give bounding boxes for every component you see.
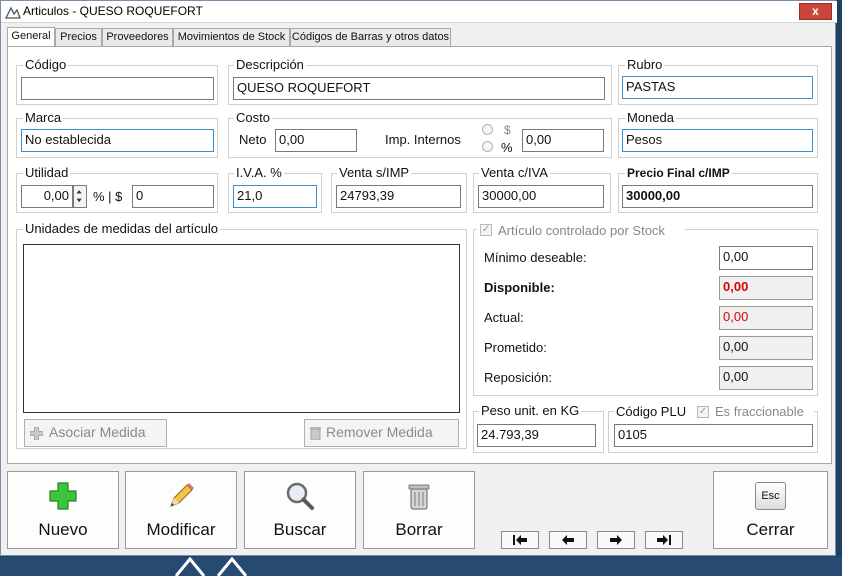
plu-input[interactable]: 0105 xyxy=(614,424,813,447)
modificar-button[interactable]: Modificar xyxy=(125,471,237,549)
reposicion-value: 0,00 xyxy=(719,366,813,390)
marca-input[interactable]: No establecida xyxy=(21,129,214,152)
fraccionable-label: Es fraccionable xyxy=(715,404,804,419)
tab-proveedores[interactable]: Proveedores xyxy=(102,28,173,46)
precio-final-input[interactable]: 30000,00 xyxy=(622,185,813,208)
borrar-button[interactable]: Borrar xyxy=(363,471,475,549)
venta-civa-input[interactable]: 30000,00 xyxy=(478,185,604,208)
modificar-label: Modificar xyxy=(146,520,216,539)
plus-icon xyxy=(30,427,43,440)
rubro-label: Rubro xyxy=(625,57,665,72)
desktop-background xyxy=(0,557,842,576)
plu-header: Código PLU ✓ Es fraccionable xyxy=(614,404,814,420)
iva-input[interactable]: 21,0 xyxy=(233,185,317,208)
remover-medida-button[interactable]: Remover Medida xyxy=(304,419,459,447)
asociar-medida-label: Asociar Medida xyxy=(49,424,146,440)
unidades-label: Unidades de medidas del artículo xyxy=(23,221,220,236)
prometido-label: Prometido: xyxy=(484,340,547,355)
actual-value: 0,00 xyxy=(719,306,813,330)
app-logo-icon xyxy=(5,6,21,19)
desktop-logo-icon xyxy=(174,557,248,576)
trash-icon xyxy=(408,484,430,510)
utilidad-label: Utilidad xyxy=(23,165,71,180)
moneda-label: Moneda xyxy=(625,110,676,125)
descripcion-input[interactable]: QUESO ROQUEFORT xyxy=(233,77,605,100)
neto-label: Neto xyxy=(239,132,267,147)
general-panel: Código Descripción QUESO ROQUEFORT Rubro… xyxy=(7,46,832,464)
pencil-icon xyxy=(170,483,194,507)
reposicion-label: Reposición: xyxy=(484,370,552,385)
first-icon xyxy=(513,535,527,545)
esc-key-icon: Esc xyxy=(755,482,786,510)
tab-movimientos-stock[interactable]: Movimientos de Stock xyxy=(173,28,290,46)
tab-precios[interactable]: Precios xyxy=(55,28,102,46)
utilidad-pct-input[interactable]: 0,00 xyxy=(21,185,73,208)
imp-internos-label: Imp. Internos xyxy=(385,132,461,147)
disponible-label: Disponible: xyxy=(484,280,555,295)
asociar-medida-button[interactable]: Asociar Medida xyxy=(24,419,167,447)
buscar-button[interactable]: Buscar xyxy=(244,471,356,549)
remover-medida-label: Remover Medida xyxy=(326,424,433,440)
cerrar-label: Cerrar xyxy=(746,520,795,539)
title-bar: Articulos - QUESO ROQUEFORT x xyxy=(1,1,837,23)
first-record-button[interactable] xyxy=(501,531,539,549)
peso-input[interactable]: 24.793,39 xyxy=(477,424,596,447)
nuevo-label: Nuevo xyxy=(38,520,88,539)
minimo-input[interactable]: 0,00 xyxy=(719,246,813,270)
last-record-button[interactable] xyxy=(645,531,683,549)
stock-controlled-label: Artículo controlado por Stock xyxy=(498,223,665,238)
borrar-label: Borrar xyxy=(395,520,443,539)
codigo-label: Código xyxy=(23,57,69,72)
stock-controlled-checkbox[interactable]: ✓ xyxy=(480,224,492,236)
venta-simp-label: Venta s/IMP xyxy=(337,165,412,180)
disponible-value: 0,00 xyxy=(719,276,813,300)
imp-internos-input[interactable]: 0,00 xyxy=(522,129,604,152)
iva-label: I.V.A. % xyxy=(234,165,284,180)
article-window: Articulos - QUESO ROQUEFORT x General Pr… xyxy=(0,0,837,556)
descripcion-label: Descripción xyxy=(234,57,306,72)
next-record-button[interactable] xyxy=(597,531,635,549)
costo-label: Costo xyxy=(234,110,272,125)
utilidad-amount-input[interactable]: 0 xyxy=(132,185,214,208)
unidades-list[interactable] xyxy=(23,244,460,413)
venta-simp-input[interactable]: 24793,39 xyxy=(336,185,461,208)
window-title: Articulos - QUESO ROQUEFORT xyxy=(23,4,203,18)
cerrar-button[interactable]: Esc Cerrar xyxy=(713,471,828,549)
codigo-input[interactable] xyxy=(21,77,214,100)
actual-label: Actual: xyxy=(484,310,524,325)
imp-pct-label: % xyxy=(501,140,513,155)
buscar-label: Buscar xyxy=(273,520,327,539)
rubro-input[interactable]: PASTAS xyxy=(622,76,813,99)
imp-peso-label: $ xyxy=(504,123,511,137)
imp-peso-radio[interactable] xyxy=(482,124,493,135)
arrow-right-icon xyxy=(610,535,622,545)
marca-label: Marca xyxy=(23,110,64,125)
fraccionable-checkbox[interactable]: ✓ xyxy=(697,406,709,418)
neto-input[interactable]: 0,00 xyxy=(275,129,357,152)
tab-codigos-barras[interactable]: Códigos de Barras y otros datos xyxy=(290,28,451,46)
tab-general[interactable]: General xyxy=(7,27,55,47)
peso-label: Peso unit. en KG xyxy=(479,403,582,418)
nuevo-button[interactable]: Nuevo xyxy=(7,471,119,549)
previous-record-button[interactable] xyxy=(549,531,587,549)
imp-pct-radio[interactable] xyxy=(482,141,493,152)
spinner-arrows-icon xyxy=(76,190,82,203)
precio-final-label: Precio Final c/IMP xyxy=(625,166,732,180)
close-window-button[interactable]: x xyxy=(799,3,832,20)
plus-icon xyxy=(49,482,77,510)
minimo-label: Mínimo deseable: xyxy=(484,250,587,265)
last-icon xyxy=(657,535,671,545)
utilidad-separator: % | $ xyxy=(93,189,123,204)
plu-label: Código PLU xyxy=(616,404,687,419)
venta-civa-label: Venta c/IVA xyxy=(479,165,550,180)
utilidad-spinner[interactable] xyxy=(73,185,87,208)
magnifier-icon xyxy=(286,482,314,510)
arrow-left-icon xyxy=(562,535,574,545)
trash-icon xyxy=(310,427,321,440)
prometido-value: 0,00 xyxy=(719,336,813,360)
stock-header: ✓ Artículo controlado por Stock xyxy=(477,223,685,239)
moneda-select[interactable]: Pesos xyxy=(622,129,813,152)
